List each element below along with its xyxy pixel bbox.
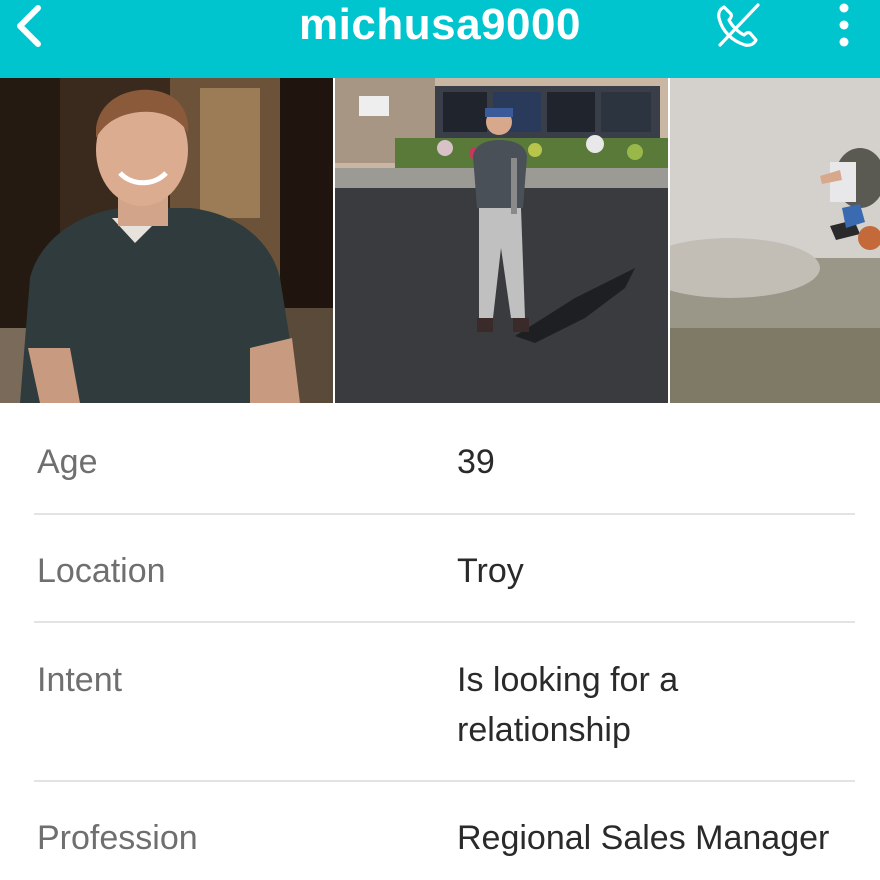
photo-gallery[interactable] [0, 78, 880, 403]
age-label: Age [37, 443, 98, 481]
intent-value-line2: relationship [457, 711, 631, 749]
phone-off-icon [717, 3, 760, 47]
profile-photo-1[interactable] [0, 78, 333, 403]
intent-value-line1: Is looking for a [457, 661, 679, 699]
intent-row: Intent Is looking for a relationship [34, 623, 855, 782]
profile-photo-3[interactable] [670, 78, 880, 403]
location-row: Location Troy [34, 515, 855, 623]
age-row: Age 39 [34, 405, 855, 515]
intent-label: Intent [37, 661, 123, 699]
location-value: Troy [457, 552, 524, 590]
call-button[interactable] [706, 0, 770, 52]
profession-value: Regional Sales Manager [457, 819, 830, 857]
age-value: 39 [457, 443, 495, 481]
top-app-bar: michusa9000 [0, 0, 880, 78]
profession-row: Profession Regional Sales Manager [34, 782, 855, 880]
more-options-button[interactable] [822, 0, 866, 52]
location-label: Location [37, 552, 166, 590]
profession-label: Profession [37, 819, 198, 857]
profile-photo-2[interactable] [335, 78, 668, 403]
more-vertical-icon [839, 3, 849, 47]
